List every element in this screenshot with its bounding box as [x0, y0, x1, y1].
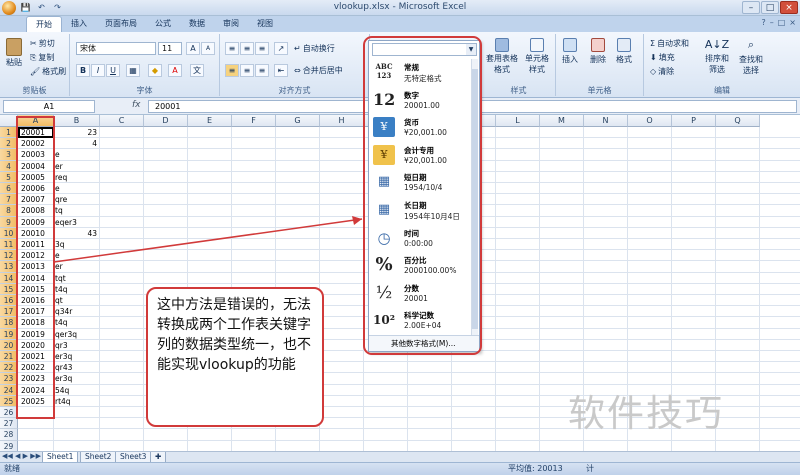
dropdown-highlight: [363, 36, 482, 355]
sheet-nav-icons[interactable]: ◀◀ ◀ ▶ ▶▶: [2, 452, 41, 460]
status-count: 计: [586, 464, 594, 473]
arrow-line: [53, 218, 363, 263]
status-average: 平均值: 20013: [508, 464, 563, 473]
explanation-callout: 这中方法是错误的，无法转换成两个工作表关键字列的数据类型统一，也不能实现vloo…: [146, 287, 324, 427]
sheet-tabs-bar: ◀◀ ◀ ▶ ▶▶ Sheet1 Sheet2 Sheet3 ✚: [0, 451, 800, 463]
status-ready: 就绪: [4, 464, 20, 473]
column-a-highlight: [16, 116, 55, 419]
arrow-head: [352, 216, 362, 225]
status-bar: 就绪 平均值: 20013 计: [0, 462, 800, 475]
watermark-text: 软件技巧: [568, 392, 724, 435]
